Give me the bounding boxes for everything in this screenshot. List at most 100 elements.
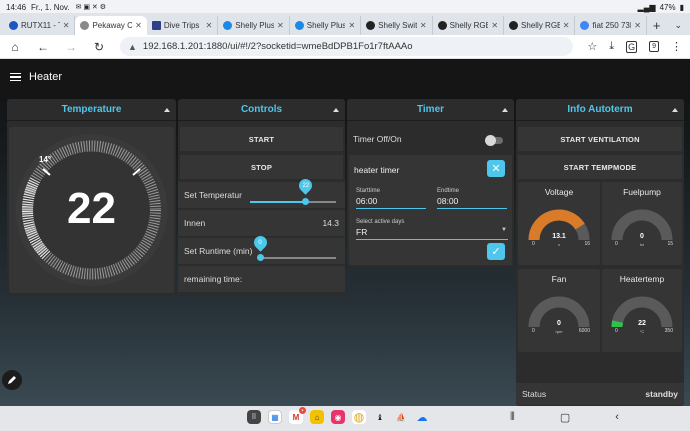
- close-icon[interactable]: ✕: [348, 21, 355, 30]
- timer-toggle-label: Timer Off/On: [353, 134, 402, 144]
- collapse-icon[interactable]: [502, 108, 508, 112]
- date: Fr., 1. Nov.: [31, 2, 70, 12]
- starttime-input[interactable]: 06:00: [356, 196, 426, 209]
- close-icon[interactable]: ✕: [634, 21, 641, 30]
- new-tab-button[interactable]: +: [647, 16, 667, 35]
- timer-panel: Timer Timer Off/On heater timer ✕ Startt…: [347, 99, 514, 267]
- fuelpump-gauge: Fuelpump 0 hz 0 15: [602, 182, 682, 265]
- bookmark-star-icon[interactable]: ☆: [587, 40, 597, 53]
- close-icon[interactable]: ✕: [63, 21, 70, 30]
- favicon-icon: [294, 21, 304, 30]
- calendar-app-icon[interactable]: ▦: [268, 410, 282, 424]
- edit-fab[interactable]: [2, 370, 22, 390]
- reload-icon[interactable]: ↻: [92, 40, 106, 54]
- info-icon[interactable]: ▲: [128, 42, 137, 52]
- close-icon[interactable]: ✕: [491, 21, 498, 30]
- remaining-time-row: remaining time:: [178, 266, 345, 292]
- info-panel-header[interactable]: Info Autoterm: [516, 99, 684, 121]
- stop-button[interactable]: STOP: [180, 155, 343, 179]
- status-row: Status standby: [516, 383, 684, 405]
- favicon-icon: [151, 21, 161, 30]
- start-tempmode-button[interactable]: START TEMPMODE: [518, 155, 682, 179]
- close-timer-button[interactable]: ✕: [487, 160, 505, 177]
- chess-app-icon[interactable]: ♝: [373, 410, 387, 424]
- browser-tab[interactable]: Shelly RGBV✕: [433, 16, 505, 35]
- fan-gauge: Fan 0 rpm 0 6000: [518, 269, 600, 352]
- controls-panel-header[interactable]: Controls: [178, 99, 345, 121]
- browser-tab[interactable]: Shelly RGBV✕: [504, 16, 576, 35]
- endtime-input[interactable]: 08:00: [437, 196, 507, 209]
- toggle-knob: [485, 135, 496, 146]
- clock: 14:46: [6, 2, 27, 12]
- browser-tab[interactable]: Shelly Switc✕: [361, 16, 433, 35]
- collapse-icon[interactable]: [164, 108, 170, 112]
- gauge-value: 22: [638, 320, 646, 327]
- browser-tab-active[interactable]: Pekaway Co✕: [75, 16, 147, 35]
- back-button-icon[interactable]: ‹: [615, 411, 619, 424]
- start-button[interactable]: START: [180, 127, 343, 151]
- status-bar: 14:46 Fr., 1. Nov. ✉ ▣ ✕ ⚙ ▂▄▆ 47% ▮: [0, 0, 690, 14]
- hamburger-menu-icon[interactable]: [10, 72, 21, 82]
- collapse-icon[interactable]: [672, 108, 678, 112]
- close-icon[interactable]: ✕: [206, 21, 213, 30]
- temperature-gauge-card: 14° 22: [9, 127, 174, 293]
- controls-panel: Controls START STOP Set Temperatur 22 In…: [178, 99, 345, 296]
- bank-app-icon[interactable]: ⌂: [310, 410, 324, 424]
- home-button-icon[interactable]: ▢: [560, 411, 570, 424]
- set-temperature-slider[interactable]: [250, 201, 336, 203]
- close-icon[interactable]: ✕: [135, 21, 142, 30]
- gmail-app-icon[interactable]: M •: [289, 407, 306, 424]
- favicon-icon: [223, 21, 233, 30]
- browser-tab[interactable]: Shelly Plus2✕: [290, 16, 362, 35]
- confirm-timer-button[interactable]: ✓: [487, 243, 505, 260]
- recents-icon[interactable]: ⦀: [510, 411, 515, 424]
- temperature-panel-header[interactable]: Temperature: [7, 99, 176, 121]
- browser-tab[interactable]: RUTX11 - Tel✕: [4, 16, 76, 35]
- slider-thumb[interactable]: [256, 254, 264, 261]
- slider-value-label: 0: [258, 240, 262, 246]
- forward-icon[interactable]: →: [64, 40, 78, 54]
- timer-panel-header[interactable]: Timer: [347, 99, 514, 121]
- browser-tab[interactable]: Shelly Plus1✕: [218, 16, 290, 35]
- favicon-icon: [9, 21, 18, 30]
- tab-count-button[interactable]: 9: [649, 41, 659, 52]
- address-bar[interactable]: ▲ 192.168.1.201:1880/ui/#!/2?socketid=wm…: [120, 37, 574, 56]
- timer-toggle-switch[interactable]: [485, 135, 503, 146]
- camera-app-icon[interactable]: ◉: [331, 410, 345, 424]
- start-ventilation-button[interactable]: START VENTILATION: [518, 127, 682, 151]
- tab-list-icon[interactable]: ⌄: [667, 16, 690, 35]
- pencil-icon: [8, 376, 16, 384]
- page-title: Heater: [29, 71, 63, 83]
- heatertemp-gauge: Heatertemp 22 °C 0 350: [602, 269, 682, 352]
- close-icon[interactable]: ✕: [277, 21, 284, 30]
- home-icon[interactable]: ⌂: [8, 40, 22, 54]
- download-icon[interactable]: ⤓: [609, 40, 614, 53]
- gauge-min: 0: [532, 328, 535, 334]
- chrome-app-icon[interactable]: ◍: [352, 410, 366, 424]
- app-dock: ⠿ ▦ M • ⌂ ◉ ◍ ♝ ⛵ ☁: [247, 407, 429, 424]
- close-icon[interactable]: ✕: [420, 21, 427, 30]
- translate-icon[interactable]: G: [626, 40, 638, 53]
- gauge-unit: rpm: [555, 329, 563, 334]
- dashboard: Heater Temperature 14° 22 Controls START: [0, 59, 690, 406]
- temperature-panel: Temperature 14° 22: [7, 99, 176, 296]
- menu-icon[interactable]: ⋮: [671, 40, 682, 53]
- collapse-icon[interactable]: [333, 108, 339, 112]
- days-select[interactable]: FR: [356, 227, 508, 240]
- close-icon[interactable]: ✕: [563, 21, 570, 30]
- favicon-icon: [366, 21, 376, 30]
- innen-value: 14.3: [322, 218, 339, 228]
- apps-grid-icon[interactable]: ⠿: [247, 410, 261, 424]
- browser-tab[interactable]: fiat 250 73E ✕: [575, 16, 647, 35]
- browser-toolbar: ⌂ ← → ↻ ▲ 192.168.1.201:1880/ui/#!/2?soc…: [0, 35, 690, 59]
- setpoint-label: 14°: [39, 155, 52, 164]
- cloud-app-icon[interactable]: ☁: [415, 410, 429, 424]
- back-icon[interactable]: ←: [36, 40, 50, 54]
- runtime-slider[interactable]: [260, 257, 336, 259]
- gauge-fill: [611, 320, 623, 328]
- sailboat-app-icon[interactable]: ⛵: [394, 410, 408, 424]
- gauge-unit: °C: [639, 329, 645, 334]
- browser-tab[interactable]: Dive Trips ✕: [147, 16, 219, 35]
- battery-icon: ▮: [679, 2, 684, 12]
- gauge-value: 0: [557, 320, 561, 327]
